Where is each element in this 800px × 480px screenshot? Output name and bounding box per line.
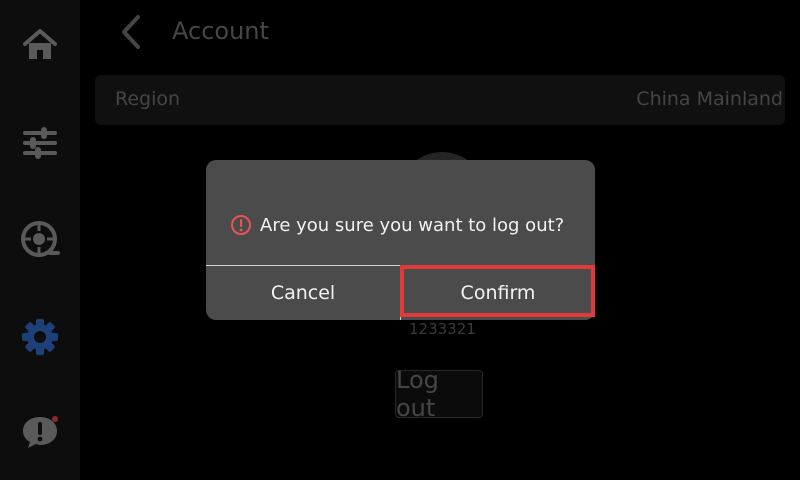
- dialog-message-text: Are you sure you want to log out?: [260, 214, 565, 236]
- confirm-highlight-box: [400, 265, 595, 317]
- warning-icon: [231, 215, 251, 235]
- cancel-button[interactable]: Cancel: [206, 266, 400, 320]
- dialog-message: Are you sure you want to log out?: [230, 210, 564, 240]
